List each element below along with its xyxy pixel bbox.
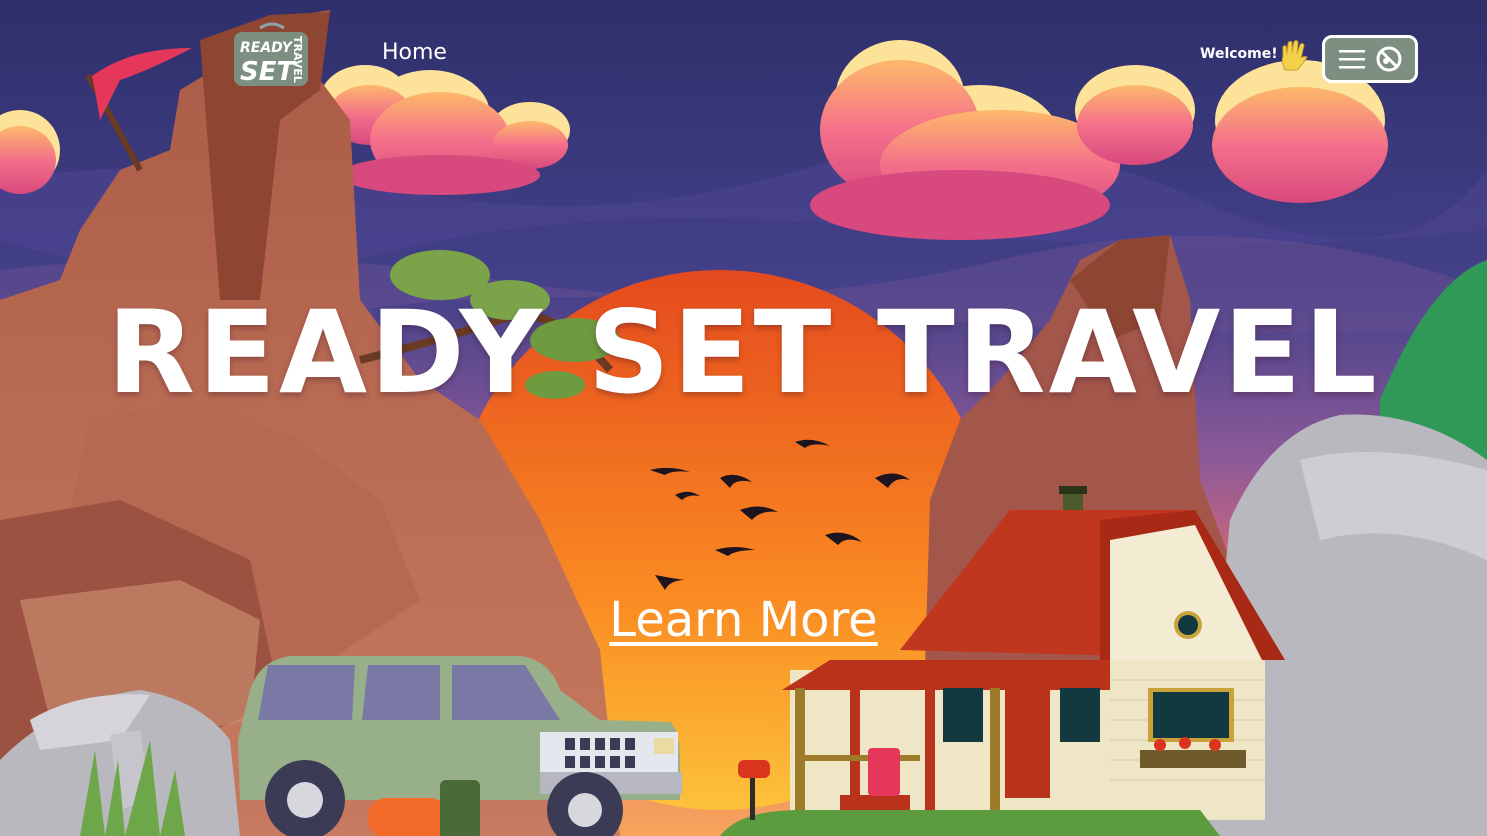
logo-line1: READY xyxy=(240,40,294,56)
logo-badge-icon: READY SET TRAVEL xyxy=(234,22,308,87)
hero-title: READY SET TRAVEL xyxy=(107,286,1380,419)
ready-set-travel-logo[interactable]: READY SET TRAVEL xyxy=(232,22,310,88)
logo-line3: TRAVEL xyxy=(291,36,304,83)
hamburger-menu-icon xyxy=(1339,50,1365,69)
welcome-text: Welcome! xyxy=(1200,46,1278,62)
nav-home-link[interactable]: Home xyxy=(382,40,447,65)
waving-hand-icon xyxy=(1281,40,1308,71)
learn-more-link[interactable]: Learn More xyxy=(609,592,877,648)
learn-more-container: Learn More xyxy=(0,592,1487,648)
menu-button[interactable] xyxy=(1322,35,1418,83)
logo-line2: SET xyxy=(240,57,296,87)
no-symbol-icon xyxy=(1376,46,1402,72)
